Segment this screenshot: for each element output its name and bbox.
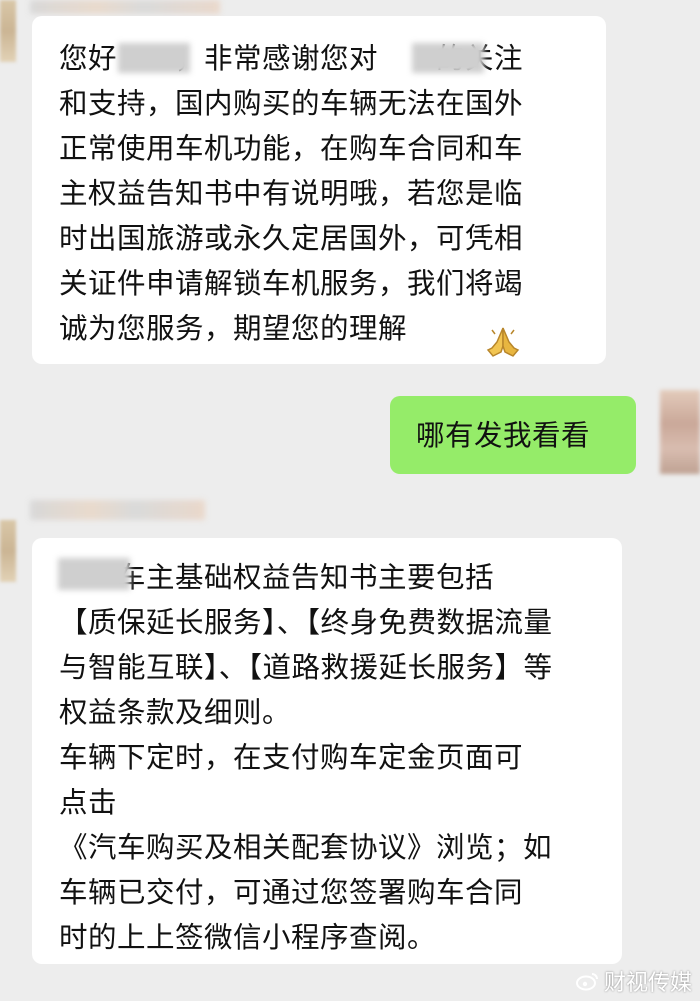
avatar-incoming-1[interactable]	[0, 0, 16, 62]
avatar-incoming-2[interactable]	[0, 520, 16, 582]
watermark: 财视传媒	[575, 965, 692, 997]
message-text: 车主基础权益告知书主要包括 【质保延长服务】、【终身免费数据流量 与智能互联】、…	[59, 561, 553, 954]
avatar-outgoing[interactable]	[660, 390, 700, 474]
watermark-text: 财视传媒	[603, 971, 692, 996]
redacted-brand-blur	[412, 43, 484, 73]
message-bubble-outgoing[interactable]: 哪有发我看看	[390, 396, 636, 474]
sender-name-blurred	[30, 500, 205, 520]
folded-hands-icon	[486, 327, 520, 357]
message-text: 哪有发我看看	[416, 419, 591, 452]
message-bubble-incoming[interactable]: 您好 ，非常感谢您对 的关注 和支持，国内购买的车辆无法在国外 正常使用车机功能…	[32, 16, 606, 364]
weibo-icon	[575, 973, 598, 991]
redacted-name-blur	[118, 43, 190, 73]
sender-name-blurred	[30, 0, 220, 14]
message-text: 您好 ，非常感谢您对 的关注 和支持，国内购买的车辆无法在国外 正常使用车机功能…	[59, 42, 524, 345]
message-bubble-incoming[interactable]: 车主基础权益告知书主要包括 【质保延长服务】、【终身免费数据流量 与智能互联】、…	[32, 538, 622, 964]
redacted-brand-blur	[58, 558, 130, 590]
